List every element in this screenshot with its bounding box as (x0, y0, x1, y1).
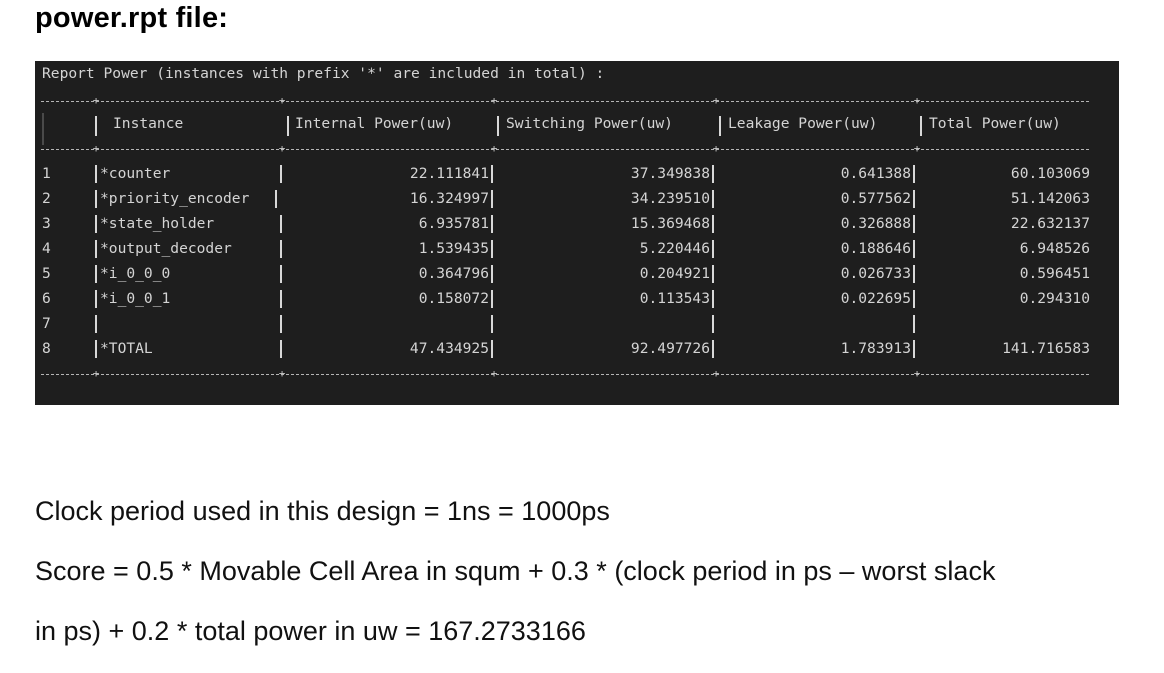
line-number: 6 (42, 290, 51, 307)
row-switching-power: 5.220446 (639, 240, 710, 257)
header-instance: Instance (113, 115, 184, 132)
header-total-power: Total Power(uw) (929, 115, 1061, 132)
total-total-power: 141.716583 (1002, 340, 1090, 357)
row-instance: *state_holder (100, 215, 215, 232)
header-divider (95, 116, 97, 136)
row-switching-power: 15.369468 (630, 215, 710, 232)
separator-header: + + + + + (41, 143, 1089, 155)
row-internal-power: 0.158072 (418, 290, 489, 307)
clock-period-text: Clock period used in this design = 1ns =… (35, 496, 610, 526)
row-leakage-power: 0.188646 (840, 240, 911, 257)
row-internal-power: 16.324997 (409, 190, 489, 207)
row-internal-power: 6.935781 (418, 215, 489, 232)
header-divider (920, 116, 922, 136)
power-report-terminal: Report Power (instances with prefix '*' … (35, 61, 1119, 405)
total-leakage-power: 1.783913 (840, 340, 911, 357)
header-divider (287, 116, 289, 136)
gutter-guide (42, 113, 44, 145)
report-title: Report Power (instances with prefix '*' … (42, 65, 605, 82)
header-leakage-power: Leakage Power(uw) (728, 115, 878, 132)
row-switching-power: 37.349838 (630, 165, 710, 182)
page-heading: power.rpt file: (35, 2, 229, 34)
row-leakage-power: 0.326888 (840, 215, 911, 232)
row-leakage-power: 0.577562 (840, 190, 911, 207)
row-instance: *i_0_0_1 (100, 290, 171, 307)
line-number: 5 (42, 265, 51, 282)
row-internal-power: 0.364796 (418, 265, 489, 282)
row-switching-power: 34.239510 (630, 190, 710, 207)
total-internal-power: 47.434925 (409, 340, 489, 357)
row-internal-power: 22.111841 (409, 165, 489, 182)
header-switching-power: Switching Power(uw) (506, 115, 673, 132)
row-total-power: 51.142063 (1010, 190, 1090, 207)
line-number: 4 (42, 240, 51, 257)
header-internal-power: Internal Power(uw) (295, 115, 454, 132)
row-instance-total: *TOTAL (100, 340, 153, 357)
row-instance: *counter (100, 165, 171, 182)
row-total-power: 0.596451 (1019, 265, 1090, 282)
row-total-power: 60.103069 (1010, 165, 1090, 182)
row-total-power: 6.948526 (1019, 240, 1090, 257)
line-number: 1 (42, 165, 51, 182)
total-switching-power: 92.497726 (630, 340, 710, 357)
separator-bottom: + + + + + (41, 368, 1089, 380)
row-leakage-power: 0.022695 (840, 290, 911, 307)
row-instance: *i_0_0_0 (100, 265, 171, 282)
line-number: 3 (42, 215, 51, 232)
line-number: 7 (42, 315, 51, 332)
header-divider (719, 116, 721, 136)
row-total-power: 22.632137 (1010, 215, 1090, 232)
row-total-power: 0.294310 (1019, 290, 1090, 307)
row-instance: *priority_encoder (100, 190, 250, 207)
header-divider (497, 116, 499, 136)
row-leakage-power: 0.026733 (840, 265, 911, 282)
row-internal-power: 1.539435 (418, 240, 489, 257)
line-number: 8 (42, 340, 51, 357)
row-leakage-power: 0.641388 (840, 165, 911, 182)
score-formula-line-1: Score = 0.5 * Movable Cell Area in squm … (35, 556, 996, 586)
row-switching-power: 0.204921 (639, 265, 710, 282)
score-formula-line-2: in ps) + 0.2 * total power in uw = 167.2… (35, 616, 586, 646)
row-switching-power: 0.113543 (639, 290, 710, 307)
row-instance: *output_decoder (100, 240, 232, 257)
separator-top: + + + + + (41, 95, 1089, 107)
line-number: 2 (42, 190, 51, 207)
